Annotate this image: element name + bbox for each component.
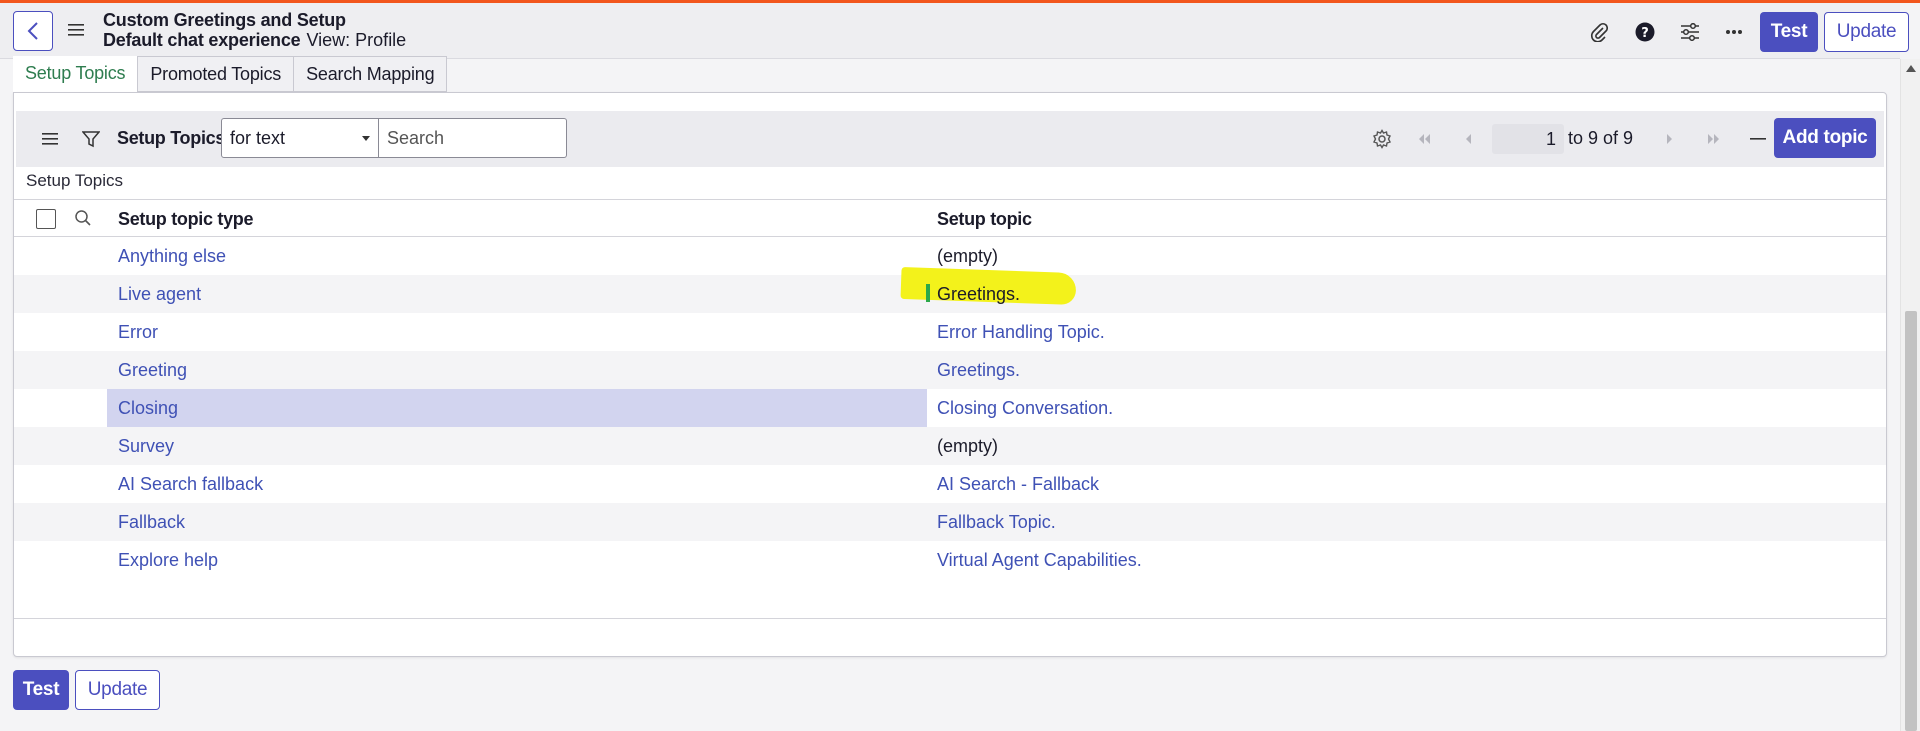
next-page-icon[interactable]: [1658, 127, 1682, 151]
setup-topic-link[interactable]: AI Search - Fallback: [937, 474, 1099, 495]
filter-icon[interactable]: [79, 127, 103, 151]
setup-topic-value: (empty): [937, 436, 999, 456]
table-row: Closing Closing Conversation.: [14, 389, 1886, 427]
breadcrumb[interactable]: Setup Topics: [26, 171, 123, 191]
last-page-icon[interactable]: [1702, 127, 1726, 151]
sliders-icon[interactable]: [1678, 20, 1702, 44]
setup-topic-type-link[interactable]: Error: [118, 322, 158, 343]
page-scrollbar[interactable]: [1900, 59, 1920, 731]
paperclip-icon[interactable]: [1587, 20, 1611, 44]
edit-indicator: [926, 284, 930, 302]
table-row: Live agent Greetings.: [14, 266, 1886, 313]
prev-page-icon[interactable]: [1456, 127, 1480, 151]
table-header: Setup topic type Setup topic: [14, 199, 1886, 237]
scroll-up-arrow[interactable]: [1906, 65, 1916, 72]
view-label[interactable]: View: Profile: [306, 30, 406, 50]
related-list-tabs: Setup Topics Promoted Topics Search Mapp…: [13, 56, 448, 92]
search-field-value: for text: [230, 128, 286, 148]
table-row: Error Error Handling Topic.: [14, 313, 1886, 351]
table-row: AI Search fallback AI Search - Fallback: [14, 465, 1886, 503]
select-all-checkbox[interactable]: [36, 209, 56, 229]
help-icon[interactable]: ?: [1633, 20, 1657, 44]
form-subtitle: Default chat experience: [103, 30, 301, 50]
table-row: Greeting Greetings.: [14, 351, 1886, 389]
svg-text:?: ?: [1641, 26, 1649, 41]
form-title: Custom Greetings and Setup: [103, 10, 346, 30]
search-field-select[interactable]: for text: [221, 118, 379, 158]
list-menu-icon[interactable]: [38, 127, 62, 151]
back-button[interactable]: [13, 11, 53, 51]
setup-topic-value[interactable]: Greetings.: [937, 284, 1020, 305]
list-toolbar: Setup Topics for text 1 to 9 of 9 Add to…: [16, 111, 1884, 167]
gear-icon[interactable]: [1370, 127, 1394, 151]
setup-topic-type-link[interactable]: Anything else: [118, 246, 226, 267]
setup-topic-link[interactable]: Error Handling Topic.: [937, 322, 1105, 343]
related-list-panel: Setup Topics for text 1 to 9 of 9 Add to…: [13, 92, 1887, 657]
setup-topic-type-link[interactable]: Closing: [118, 398, 178, 419]
topics-table: Setup topic type Setup topic Anything el…: [14, 199, 1886, 579]
tab-search-mapping[interactable]: Search Mapping: [293, 56, 448, 92]
setup-topic-value: (empty): [937, 246, 999, 266]
setup-topic-link[interactable]: Fallback Topic.: [937, 512, 1056, 533]
search-input[interactable]: [379, 118, 567, 158]
setup-topic-link[interactable]: Greetings.: [937, 360, 1020, 381]
selected-cell[interactable]: [107, 389, 927, 427]
collapse-icon[interactable]: [1746, 127, 1770, 151]
add-topic-button[interactable]: Add topic: [1774, 118, 1876, 158]
setup-topic-type-link[interactable]: Fallback: [118, 512, 185, 533]
tab-promoted-topics[interactable]: Promoted Topics: [137, 56, 295, 92]
footer-update-button[interactable]: Update: [75, 670, 160, 710]
scroll-thumb[interactable]: [1905, 311, 1917, 731]
search-icon[interactable]: [74, 209, 92, 232]
table-row: Survey (empty): [14, 427, 1886, 465]
first-page-icon[interactable]: [1412, 127, 1436, 151]
update-button[interactable]: Update: [1824, 12, 1909, 52]
setup-topic-type-link[interactable]: Survey: [118, 436, 174, 457]
setup-topic-link[interactable]: Virtual Agent Capabilities.: [937, 550, 1142, 571]
list-title: Setup Topics: [117, 128, 226, 148]
form-header: Custom Greetings and Setup Default chat …: [0, 3, 1909, 59]
chevron-down-icon: [362, 136, 370, 141]
setup-topic-type-link[interactable]: Explore help: [118, 550, 218, 571]
menu-icon[interactable]: [68, 21, 84, 42]
page-range-text: to 9 of 9: [1568, 128, 1634, 148]
column-header-setup-topic-type[interactable]: Setup topic type: [118, 209, 254, 230]
setup-topic-type-link[interactable]: Greeting: [118, 360, 187, 381]
page-number-field[interactable]: 1: [1492, 124, 1564, 154]
column-header-setup-topic[interactable]: Setup topic: [937, 209, 1032, 230]
tab-setup-topics[interactable]: Setup Topics: [13, 56, 139, 92]
more-icon[interactable]: [1722, 20, 1746, 44]
panel-divider: [14, 618, 1886, 619]
back-icon: [27, 22, 38, 40]
footer-test-button[interactable]: Test: [13, 670, 69, 710]
table-row: Fallback Fallback Topic.: [14, 503, 1886, 541]
setup-topic-type-link[interactable]: AI Search fallback: [118, 474, 263, 495]
setup-topic-link[interactable]: Closing Conversation.: [937, 398, 1113, 419]
test-button[interactable]: Test: [1760, 12, 1818, 52]
setup-topic-type-link[interactable]: Live agent: [118, 284, 201, 305]
table-row: Explore help Virtual Agent Capabilities.: [14, 541, 1886, 579]
